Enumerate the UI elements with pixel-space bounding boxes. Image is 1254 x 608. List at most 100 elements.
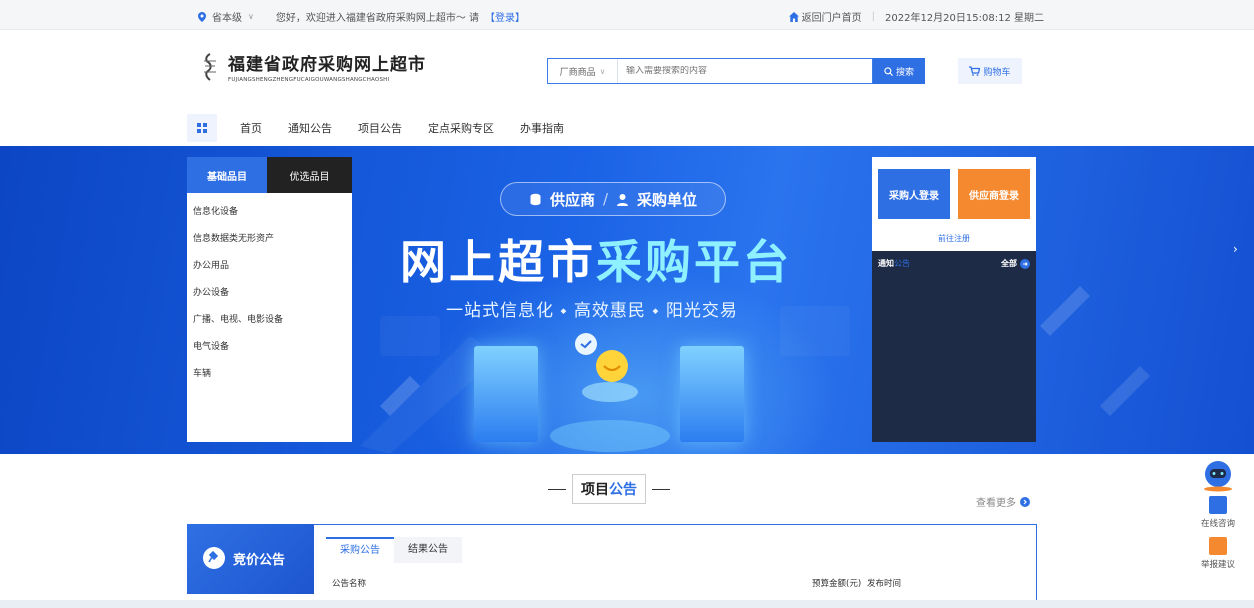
nav-item-home[interactable]: 首页 — [227, 120, 275, 136]
chevron-down-icon: ∨ — [599, 66, 606, 76]
site-pinyin: FUJIANGSHENGZHENGFUCAIGOUWANGSHANGCHAOSH… — [228, 77, 390, 83]
site-logo[interactable]: 福建省政府采购网上超市 FUJIANGSHENGZHENGFUCAIGOUWAN… — [198, 50, 426, 83]
banner-subline: 一站式信息化 ⬩ 高效惠民 ⬩ 阳光交易 — [446, 301, 738, 321]
headline-part-b: 采购平台 — [596, 235, 792, 289]
search-button-label: 搜索 — [895, 67, 914, 78]
category-item[interactable]: 信息数据类无形资产 — [193, 226, 346, 253]
notice-all-label: 全部 — [1001, 259, 1017, 268]
server-graphic-right — [680, 346, 744, 442]
region-selector[interactable]: 省本级 — [212, 9, 242, 24]
report-icon — [1209, 537, 1227, 555]
banner-next-arrow-icon[interactable]: › — [1233, 242, 1238, 256]
category-item[interactable]: 办公设备 — [193, 280, 346, 307]
grid-icon — [197, 123, 207, 133]
site-title: 福建省政府采购网上超市 — [228, 55, 426, 75]
section-title-b: 公告 — [609, 482, 637, 498]
chevron-down-icon[interactable]: ∨ — [248, 12, 254, 21]
section-title-a: 项目 — [581, 482, 609, 498]
notice-prefix: 通知 — [878, 259, 894, 268]
search-scope-value: 厂商商品 — [559, 67, 596, 78]
category-list: 信息化设备 信息数据类无形资产 办公用品 办公设备 广播、电视、电影设备 电气设… — [187, 193, 352, 394]
section-title-box: 项目公告 — [572, 474, 646, 504]
search-box: 厂商商品 ∨ — [547, 58, 873, 84]
login-link[interactable]: 【登录】 — [485, 9, 525, 24]
view-more-label: 查看更多 — [976, 498, 1016, 509]
login-panel: 采购人登录 供应商登录 前往注册 通知公告 全部 — [872, 157, 1036, 442]
online-consult-label: 在线咨询 — [1200, 519, 1235, 529]
top-bar: 省本级 ∨ 您好，欢迎进入福建省政府采购网上超市～ 请 【登录】 返回门户首页 … — [0, 0, 1254, 30]
divider: | — [871, 11, 875, 22]
top-bar-left: 省本级 ∨ 您好，欢迎进入福建省政府采购网上超市～ 请 【登录】 — [198, 9, 525, 24]
gavel-icon — [203, 547, 225, 569]
user-icon — [617, 193, 629, 206]
category-item[interactable]: 电气设备 — [193, 334, 346, 361]
register-link[interactable]: 前往注册 — [872, 233, 1036, 244]
server-graphic-left — [474, 346, 538, 442]
tab-basic-categories[interactable]: 基础品目 — [187, 157, 267, 193]
category-item[interactable]: 广播、电视、电影设备 — [193, 307, 346, 334]
col-budget: 预算金额(元) — [812, 579, 862, 589]
report-suggestion-label: 举报建议 — [1200, 560, 1235, 570]
report-suggestion-button[interactable]: 举报建议 — [1195, 537, 1241, 570]
table-header: 公告名称 预算金额(元) 发布时间 — [332, 577, 1022, 589]
page-bottom-strip — [0, 600, 1254, 608]
main-nav: 首页 通知公告 项目公告 定点采购专区 办事指南 — [187, 114, 577, 142]
emblem-icon — [204, 52, 216, 81]
category-item[interactable]: 办公用品 — [193, 253, 346, 280]
role-pill: 供应商 / 采购单位 — [500, 182, 726, 216]
search-icon — [884, 66, 893, 76]
search-button[interactable]: 搜索 — [873, 58, 925, 84]
title-line-left — [548, 488, 566, 490]
announcement-list-card: 采购公告 结果公告 公告名称 预算金额(元) 发布时间 — [314, 524, 1037, 608]
bidding-card-label: 竞价公告 — [203, 547, 285, 569]
notice-header: 通知公告 全部 — [872, 251, 1036, 276]
location-pin-icon — [198, 11, 206, 22]
nav-item-project-announcements[interactable]: 项目公告 — [345, 120, 415, 136]
bidding-card-title: 竞价公告 — [233, 552, 286, 568]
buyer-login-button[interactable]: 采购人登录 — [878, 169, 950, 219]
nav-item-guide[interactable]: 办事指南 — [507, 120, 577, 136]
pill-buyer: 采购单位 — [637, 190, 698, 209]
tab-preferred-categories[interactable]: 优选品目 — [267, 157, 352, 193]
section-title: 项目公告 — [548, 474, 670, 504]
cart-button[interactable]: 购物车 — [958, 58, 1022, 84]
headline-part-a: 网上超市 — [400, 235, 596, 289]
bidding-announcement-card[interactable]: 竞价公告 — [187, 524, 314, 594]
category-tabs: 基础品目 优选品目 — [187, 157, 352, 193]
home-icon — [788, 11, 799, 22]
category-item[interactable]: 车辆 — [193, 361, 346, 388]
notice-title: 通知公告 — [878, 258, 910, 269]
datetime: 2022年12月20日15:08:12 星期二 — [885, 13, 1044, 24]
arrow-circle-icon — [1020, 496, 1030, 507]
supplier-login-button[interactable]: 供应商登录 — [958, 169, 1030, 219]
all-categories-button[interactable] — [187, 114, 217, 142]
welcome-text: 您好，欢迎进入福建省政府采购网上超市～ 请 — [275, 13, 480, 24]
view-more-link[interactable]: 查看更多 — [976, 494, 1030, 509]
tab-procurement-announcement[interactable]: 采购公告 — [326, 537, 394, 563]
cart-button-label: 购物车 — [983, 67, 1011, 78]
cart-icon — [969, 66, 981, 76]
database-icon — [530, 193, 541, 205]
tab-result-announcement[interactable]: 结果公告 — [394, 537, 462, 563]
nav-item-notices[interactable]: 通知公告 — [275, 120, 345, 136]
robot-assistant-icon[interactable] — [1195, 458, 1241, 492]
arrow-circle-icon — [1020, 258, 1030, 269]
category-item[interactable]: 信息化设备 — [193, 199, 346, 226]
nav-item-designated-procurement[interactable]: 定点采购专区 — [415, 120, 507, 136]
online-consult-button[interactable]: 在线咨询 — [1195, 496, 1241, 529]
pill-separator: / — [602, 190, 609, 208]
notice-all-link[interactable]: 全部 — [1001, 258, 1030, 269]
col-announcement-name: 公告名称 — [332, 579, 367, 589]
pill-supplier: 供应商 — [549, 190, 595, 209]
login-buttons-area: 采购人登录 供应商登录 前往注册 — [872, 157, 1036, 251]
floating-help-widget: 在线咨询 举报建议 — [1195, 458, 1241, 578]
notice-title-suffix: 公告 — [894, 259, 910, 268]
search-scope-select[interactable]: 厂商商品 ∨ — [548, 59, 618, 83]
chat-icon — [1209, 496, 1227, 514]
category-panel: 基础品目 优选品目 信息化设备 信息数据类无形资产 办公用品 办公设备 广播、电… — [187, 157, 352, 442]
portal-link-label: 返回门户首页 — [801, 13, 862, 24]
col-publish-time: 发布时间 — [867, 579, 902, 589]
banner-headline: 网上超市采购平台 — [400, 226, 792, 292]
portal-link[interactable]: 返回门户首页 — [788, 9, 862, 24]
search-input[interactable] — [618, 66, 868, 76]
